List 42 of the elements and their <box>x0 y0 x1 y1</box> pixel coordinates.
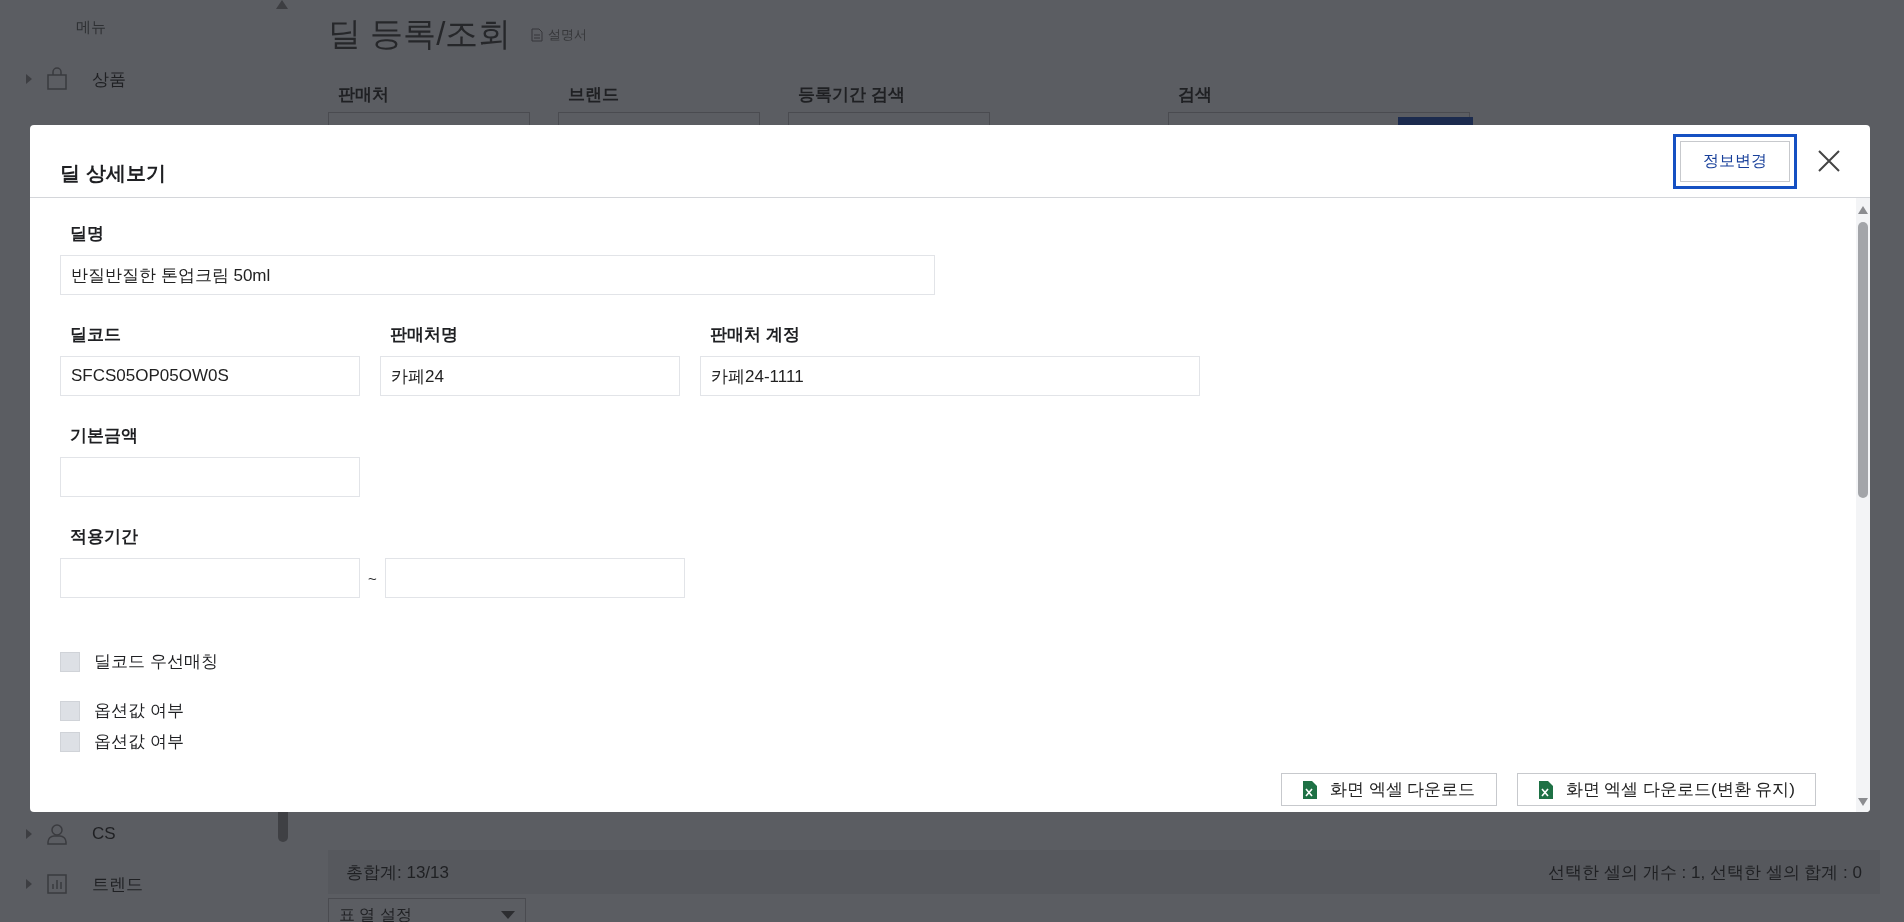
filter-label: 브랜드 <box>568 85 619 104</box>
scrollbar[interactable] <box>1856 198 1870 812</box>
spreadsheet-file-icon <box>1302 779 1319 800</box>
page-title: 딜 등록/조회 <box>328 14 512 54</box>
filter-label: 판매처 <box>338 85 389 104</box>
range-separator: ~ <box>368 569 377 587</box>
document-icon <box>531 27 544 42</box>
person-icon <box>46 822 68 846</box>
input-field[interactable]: 카페24-1111 <box>700 356 1200 396</box>
caret-icon[interactable] <box>26 74 32 84</box>
total-count: 총합계: 13/13 <box>346 861 449 884</box>
field-label: 판매처 계정 <box>710 324 801 346</box>
base-price-field[interactable] <box>60 457 360 497</box>
end-date-field[interactable] <box>384 558 685 598</box>
checkbox[interactable] <box>60 731 80 752</box>
checkbox-label[interactable]: 옵션값 여부 <box>94 699 184 722</box>
checkbox-label[interactable]: 옵션값 여부 <box>94 730 184 753</box>
field-label: 기본금액 <box>70 425 139 447</box>
field-label: 적용기간 <box>70 526 139 548</box>
input-field[interactable]: SFCS05OP05OW0S <box>60 356 360 396</box>
checkbox-label[interactable]: 딜코드 우선매칭 <box>94 650 218 673</box>
excel-download-button[interactable]: 화면 엑셀 다운로드 <box>1281 773 1497 806</box>
filter-label: 검색 <box>1178 85 1212 104</box>
field-label: 판매처명 <box>390 324 459 346</box>
deal-name-field[interactable]: 반질반질한 톤업크림 50ml <box>60 255 935 295</box>
checkbox[interactable] <box>60 700 80 721</box>
spreadsheet-file-icon <box>1537 779 1554 800</box>
scroll-up-icon[interactable] <box>276 0 288 9</box>
close-icon[interactable] <box>1818 150 1840 172</box>
field-label: 딜코드 <box>70 324 122 346</box>
start-date-field[interactable] <box>60 558 360 598</box>
selection-summary: 선택한 셀의 개수 : 1, 선택한 셀의 합계 : 0 <box>1548 861 1862 884</box>
filter-label: 등록기간 검색 <box>798 85 905 104</box>
checkbox[interactable] <box>60 651 80 672</box>
field-label: 딜명 <box>70 223 105 245</box>
bar-chart-icon <box>46 872 68 896</box>
caret-icon[interactable] <box>26 879 32 889</box>
excel-download-button[interactable]: 화면 엑셀 다운로드(변환 유지) <box>1516 773 1816 806</box>
shopping-bag-icon <box>46 67 68 91</box>
input-field[interactable]: 카페24 <box>380 356 680 396</box>
caret-icon[interactable] <box>26 829 32 839</box>
dialog-title: 딜 상세보기 <box>60 160 166 186</box>
